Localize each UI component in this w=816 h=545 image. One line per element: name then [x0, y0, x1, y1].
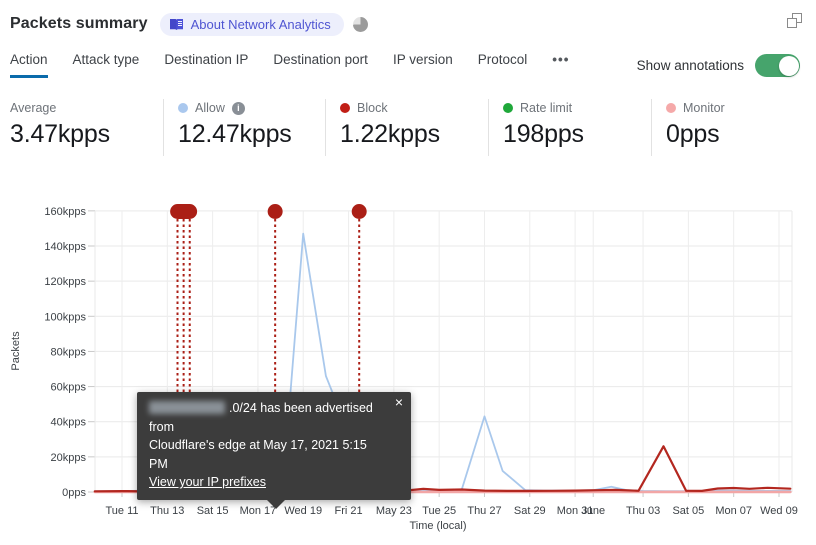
tab-destination-port[interactable]: Destination port	[273, 52, 368, 78]
y-tick-label: 60kpps	[51, 382, 87, 394]
badge-label: About Network Analytics	[190, 16, 331, 32]
close-icon[interactable]: ×	[395, 394, 403, 410]
stat-label: Allow	[195, 101, 225, 115]
divider	[163, 99, 164, 156]
summary-stats: Average 3.47kpps Allow i 12.47kpps Block…	[0, 99, 816, 161]
stat-label: Block	[357, 101, 388, 115]
stat-label: Average	[10, 101, 57, 115]
allow-dot	[178, 103, 188, 113]
stat-value: 0pps	[666, 120, 720, 148]
y-tick-label: 40kpps	[51, 417, 87, 429]
divider	[325, 99, 326, 156]
x-tick-label: Tue 25	[422, 505, 456, 517]
divider	[651, 99, 652, 156]
y-tick-label: 140kpps	[44, 241, 86, 253]
stat-label: Monitor	[683, 101, 725, 115]
x-tick-label: Wed 19	[284, 505, 322, 517]
tooltip-pointer	[267, 499, 285, 509]
stat-block: Block 1.22kpps	[340, 101, 440, 149]
stat-value: 3.47kpps	[10, 120, 110, 148]
y-tick-label: 0pps	[62, 487, 86, 499]
x-tick-label: Fri 21	[334, 505, 362, 517]
dimension-tabs: Action Attack type Destination IP Destin…	[10, 52, 569, 78]
stat-rate-limit: Rate limit 198pps	[503, 101, 584, 149]
rate-limit-dot	[503, 103, 513, 113]
x-tick-label: May 23	[376, 505, 412, 517]
page-title: Packets summary	[10, 15, 148, 32]
restore-window-icon[interactable]	[787, 13, 802, 28]
y-axis-title: Packets	[10, 331, 22, 371]
x-tick-label: Thu 27	[467, 505, 501, 517]
book-icon	[169, 18, 184, 31]
annotation-marker-dot[interactable]	[351, 204, 367, 219]
annotation-marker-pill[interactable]	[170, 204, 198, 219]
x-tick-label: Sat 29	[514, 505, 546, 517]
stat-monitor: Monitor 0pps	[666, 101, 725, 149]
show-annotations-control: Show annotations	[637, 54, 800, 77]
tab-destination-ip[interactable]: Destination IP	[164, 52, 248, 78]
monitor-dot	[666, 103, 676, 113]
y-tick-label: 80kpps	[51, 346, 87, 358]
x-tick-label: June	[581, 505, 605, 517]
block-dot	[340, 103, 350, 113]
y-tick-label: 120kpps	[44, 276, 86, 288]
pie-timer-icon[interactable]	[352, 16, 368, 32]
tab-ip-version[interactable]: IP version	[393, 52, 453, 78]
tooltip-line1: .0/24 has been advertised from	[149, 401, 373, 434]
x-tick-label: Mon 07	[715, 505, 752, 517]
x-tick-label: Thu 03	[626, 505, 660, 517]
y-tick-label: 20kpps	[51, 452, 87, 464]
x-axis-title: Time (local)	[409, 520, 466, 532]
annotation-marker-dot[interactable]	[267, 204, 283, 219]
tab-attack-type[interactable]: Attack type	[73, 52, 140, 78]
x-tick-label: Sat 05	[672, 505, 704, 517]
panel-header: Packets summary About Network Analytics	[10, 10, 806, 38]
about-network-analytics-badge[interactable]: About Network Analytics	[159, 12, 344, 36]
x-tick-label: Tue 11	[105, 505, 138, 517]
stat-value: 12.47kpps	[178, 120, 292, 148]
stat-average: Average 3.47kpps	[10, 101, 110, 149]
show-annotations-label: Show annotations	[636, 58, 744, 73]
x-tick-label: Thu 13	[150, 505, 184, 517]
stat-label: Rate limit	[520, 101, 573, 115]
y-tick-label: 160kpps	[44, 206, 86, 218]
toggle-knob	[778, 55, 799, 76]
stat-value: 1.22kpps	[340, 120, 440, 148]
more-tabs-button[interactable]: •••	[552, 52, 569, 78]
divider	[488, 99, 489, 156]
show-annotations-toggle[interactable]	[755, 54, 800, 77]
tab-action[interactable]: Action	[10, 52, 48, 78]
info-icon[interactable]: i	[231, 101, 245, 115]
x-tick-label: Wed 09	[760, 505, 798, 517]
restore-front-square	[787, 18, 797, 28]
tab-protocol[interactable]: Protocol	[478, 52, 528, 78]
stat-value: 198pps	[503, 120, 584, 148]
stat-allow: Allow i 12.47kpps	[178, 101, 292, 149]
x-tick-label: Sat 15	[197, 505, 229, 517]
y-tick-label: 100kpps	[44, 311, 86, 323]
redacted-ip-prefix	[149, 401, 225, 414]
network-analytics-panel: Packets summary About Network Analytics …	[0, 0, 816, 545]
tooltip-line2: Cloudflare's edge at May 17, 2021 5:15 P…	[149, 438, 367, 471]
annotation-tooltip: × .0/24 has been advertised from Cloudfl…	[137, 392, 411, 509]
view-ip-prefixes-link[interactable]: View your IP prefixes	[149, 475, 266, 489]
